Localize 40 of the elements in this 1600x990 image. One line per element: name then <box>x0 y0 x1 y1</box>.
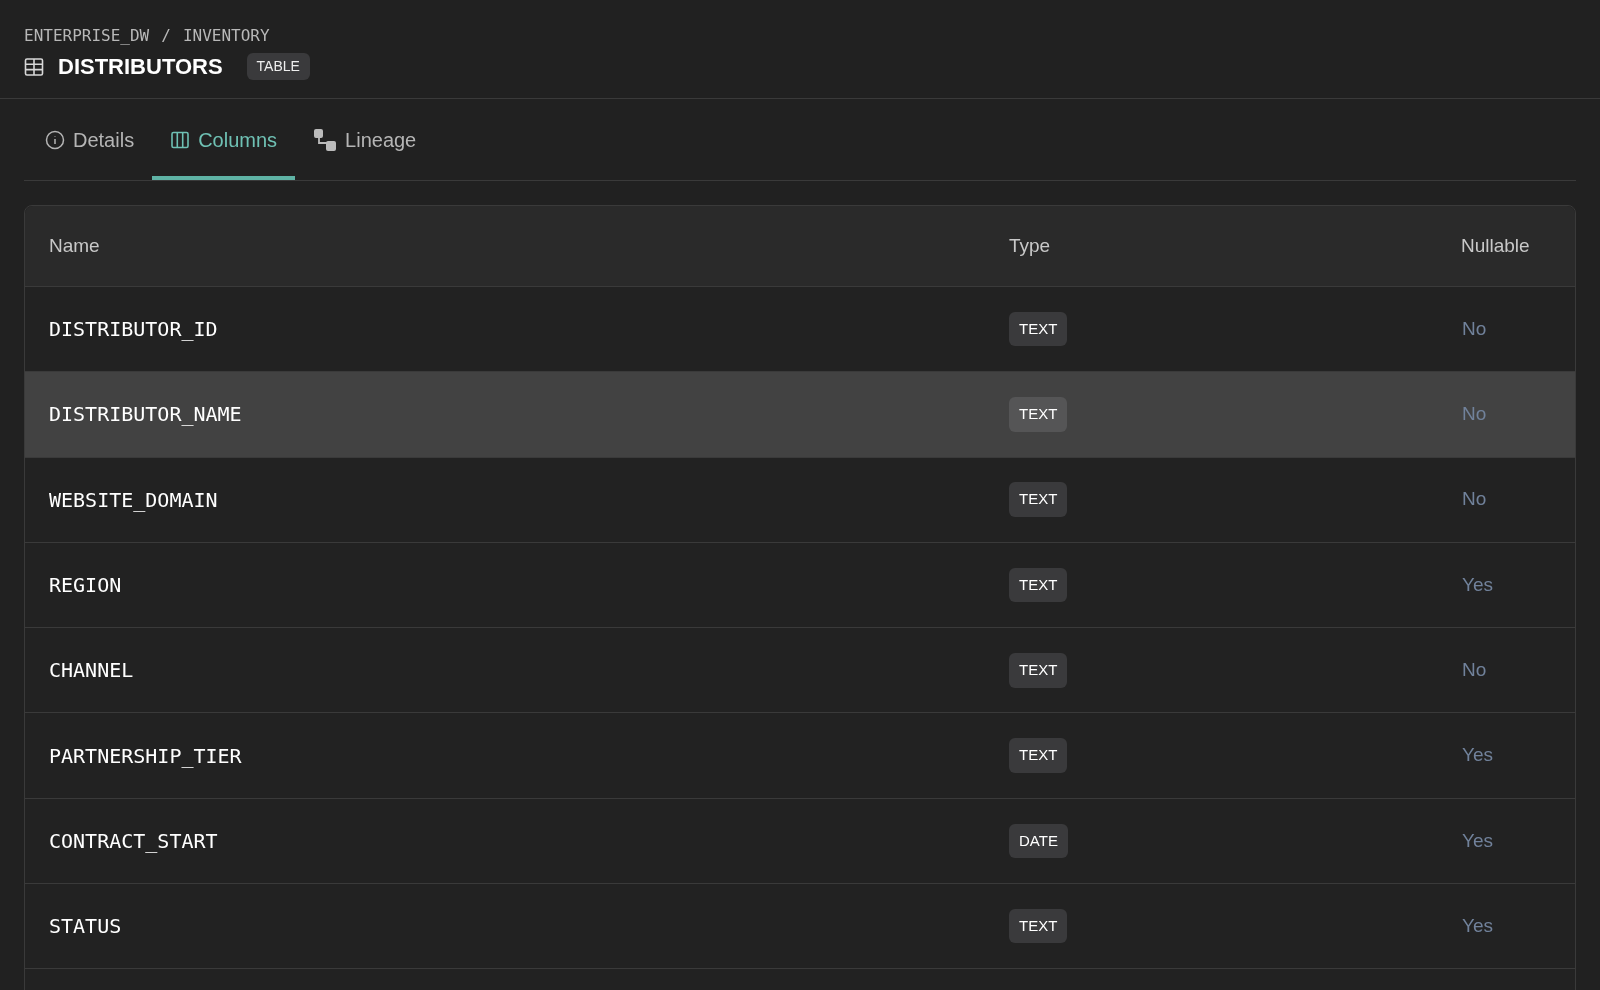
nullable-value: No <box>1461 402 1488 427</box>
nullable-value: No <box>1461 658 1488 683</box>
tab[interactable]: Columns <box>152 99 296 180</box>
tab[interactable]: Details <box>27 99 153 180</box>
object-title: DISTRIBUTORS <box>58 53 223 81</box>
column-name: DISTRIBUTOR_NAME <box>48 401 243 429</box>
type-badge: TEXT <box>1009 482 1068 517</box>
nullable-value: Yes <box>1461 913 1494 938</box>
column-header: Type <box>1009 233 1052 258</box>
type-badge: TEXT <box>1009 567 1068 603</box>
columns-icon <box>170 129 191 150</box>
nullable-value: No <box>1461 316 1488 341</box>
nullable-value: Yes <box>1461 572 1494 597</box>
nullable-value: No <box>1461 487 1488 512</box>
type-badge: TEXT <box>1009 397 1068 432</box>
type-badge: TEXT <box>1009 653 1068 688</box>
column-name: STATUS <box>48 913 123 941</box>
column-name: PARTNERSHIP_TIER <box>48 742 243 770</box>
type-badge: DATE <box>1009 823 1068 859</box>
column-name: WEBSITE_DOMAIN <box>48 486 219 514</box>
breadcrumb-link[interactable]: ENTERPRISE_DW <box>24 24 150 48</box>
object-type-badge: TABLE <box>246 53 310 80</box>
column-header: Nullable <box>1460 233 1531 258</box>
type-badge: TEXT <box>1009 908 1068 944</box>
table-row[interactable]: DISTRIBUTOR_NAME TEXT No <box>25 372 1575 458</box>
type-badge: TEXT <box>1009 738 1068 773</box>
column-name: DISTRIBUTOR_ID <box>48 316 219 344</box>
column-name: REGION <box>48 572 123 600</box>
table-icon <box>24 56 44 77</box>
nullable-value: Yes <box>1461 743 1494 768</box>
breadcrumb-separator: / <box>161 25 171 47</box>
column-name: CONTRACT_START <box>48 827 219 855</box>
tab[interactable]: Lineage <box>295 99 435 180</box>
column-name: CHANNEL <box>48 657 135 685</box>
breadcrumb-link[interactable]: INVENTORY <box>182 24 270 48</box>
nullable-value: Yes <box>1461 828 1494 853</box>
info-icon <box>45 129 65 150</box>
column-header: Name <box>48 233 101 258</box>
lineage-icon <box>313 127 338 152</box>
type-badge: TEXT <box>1009 311 1068 347</box>
